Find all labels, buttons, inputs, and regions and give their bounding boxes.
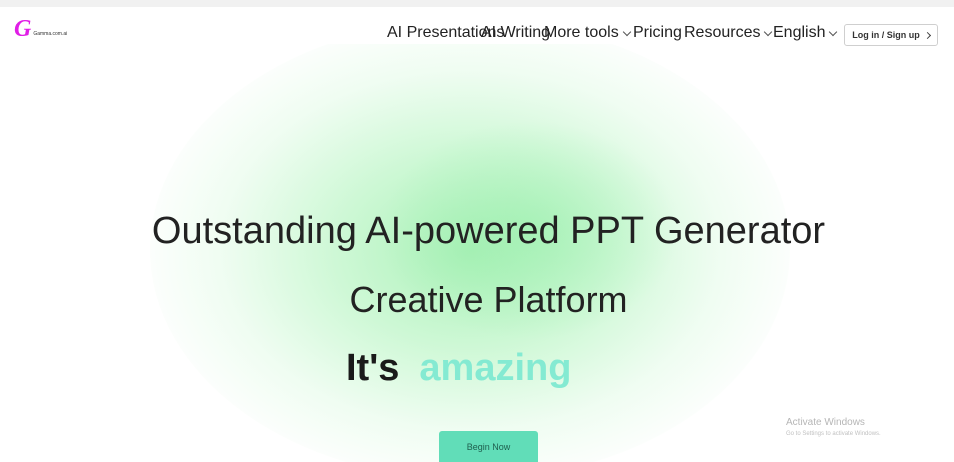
hero-title: Outstanding AI-powered PPT Generator — [151, 210, 826, 252]
chevron-right-icon — [923, 31, 931, 39]
login-signup-label: Log in / Sign up — [852, 30, 920, 40]
nav-more-tools[interactable]: More tools — [544, 24, 631, 42]
logo-text: Gamma.com.ai — [33, 31, 68, 37]
tagline-highlight: amazing — [419, 346, 572, 389]
hero-tagline: It's amazing — [346, 344, 571, 392]
nav-pricing-label: Pricing — [633, 24, 682, 41]
chevron-down-icon — [764, 27, 773, 36]
login-signup-button[interactable]: Log in / Sign up — [844, 24, 938, 46]
begin-now-label: Begin Now — [466, 441, 511, 452]
hero-subtitle: Creative Platform — [349, 279, 628, 320]
page: G Gamma.com.ai AI Presentations AI Writi… — [0, 0, 954, 462]
language-selector[interactable]: English — [773, 24, 838, 42]
nav-resources[interactable]: Resources — [684, 24, 773, 42]
watermark-title: Activate Windows — [786, 417, 865, 428]
logo-mark: G — [14, 16, 32, 42]
language-selector-label: English — [773, 24, 826, 41]
begin-now-button[interactable]: Begin Now — [439, 431, 538, 462]
nav-resources-label: Resources — [684, 24, 761, 41]
watermark-subtitle: Go to Settings to activate Windows. — [786, 431, 881, 437]
nav-ai-writing-label: AI Writing — [481, 24, 551, 41]
brand-logo[interactable]: G Gamma.com.ai — [14, 16, 68, 42]
nav-pricing[interactable]: Pricing — [633, 24, 682, 42]
nav-more-tools-label: More tools — [544, 24, 619, 41]
activate-windows-watermark: Activate Windows Go to Settings to activ… — [786, 416, 881, 438]
tagline-prefix: It's — [346, 346, 400, 389]
nav-ai-writing[interactable]: AI Writing — [481, 24, 550, 42]
chevron-down-icon — [829, 27, 838, 36]
top-navigation-bar: G Gamma.com.ai AI Presentations AI Writi… — [0, 0, 954, 46]
chevron-down-icon — [622, 27, 631, 36]
